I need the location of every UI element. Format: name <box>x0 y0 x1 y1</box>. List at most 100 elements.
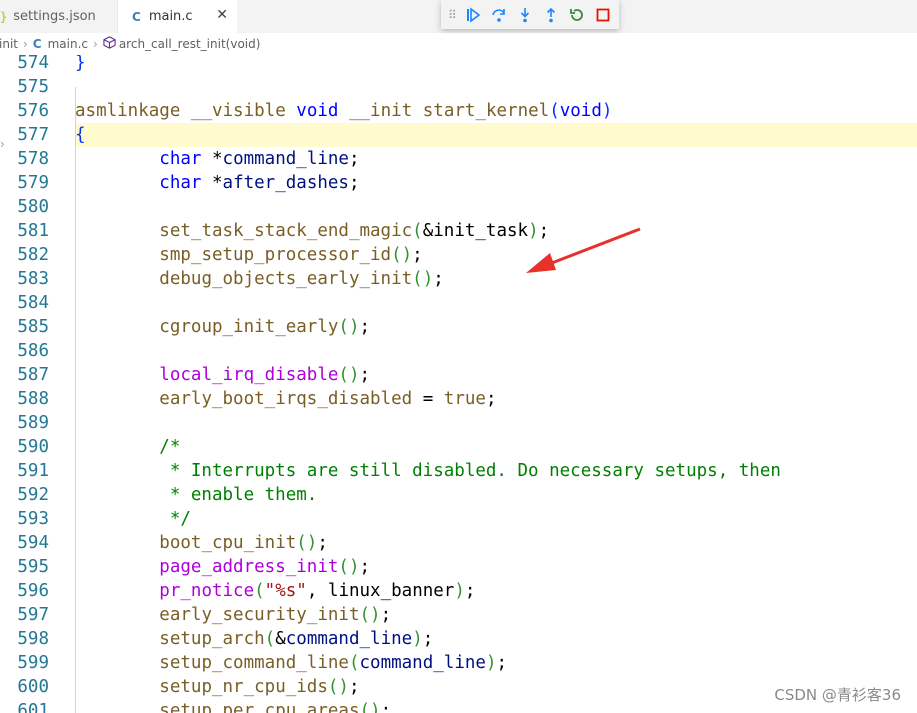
code-token: page_address_init <box>159 557 339 577</box>
line-number: 587 <box>17 365 49 385</box>
tab-label: main.c <box>148 9 193 24</box>
code-line[interactable]: 581 set_task_stack_end_magic(&init_task)… <box>0 219 917 243</box>
code-text: setup_nr_cpu_ids(); <box>75 675 359 699</box>
drag-handle-icon[interactable]: ⠿ <box>448 8 460 22</box>
code-token: ) <box>412 629 423 649</box>
code-token: } <box>75 55 86 73</box>
code-line[interactable]: 574} <box>0 55 917 75</box>
code-line[interactable]: 575 <box>0 75 917 99</box>
breadcrumb-symbol[interactable]: arch_call_rest_init(void) <box>119 37 261 51</box>
line-number: 591 <box>17 461 49 481</box>
code-line[interactable]: 590 /* <box>0 435 917 459</box>
code-text: * enable them. <box>75 483 318 507</box>
line-number: 593 <box>17 509 49 529</box>
code-token: ) <box>601 101 613 121</box>
code-line[interactable]: 576 asmlinkage __visible void __init star… <box>0 99 917 123</box>
code-text: */ <box>75 507 191 531</box>
step-out-icon[interactable] <box>538 4 564 26</box>
code-line[interactable]: 591 * Interrupts are still disabled. Do … <box>0 459 917 483</box>
line-number: 581 <box>17 221 49 241</box>
code-token: __visible <box>190 101 286 121</box>
code-line[interactable]: 585 cgroup_init_early(); <box>0 315 917 339</box>
code-line[interactable]: 595 page_address_init(); <box>0 555 917 579</box>
code-line[interactable]: 579 char *after_dashes; <box>0 171 917 195</box>
code-token: () <box>338 557 360 577</box>
code-text: smp_setup_processor_id(); <box>75 243 422 267</box>
code-token: ; <box>359 557 371 577</box>
continue-icon[interactable] <box>460 4 486 26</box>
code-token: { <box>75 125 86 145</box>
code-token: command_line <box>222 149 349 169</box>
code-token: , <box>306 581 328 601</box>
tab-main-c[interactable]: C main.c ✕ <box>118 0 237 33</box>
code-token: ; <box>538 221 550 241</box>
c-file-icon: C <box>32 37 42 51</box>
code-token: () <box>359 701 381 713</box>
code-line[interactable]: 578 char *command_line; <box>0 147 917 171</box>
code-token: ; <box>359 365 371 385</box>
code-token: ; <box>464 581 476 601</box>
code-token: void <box>559 101 602 121</box>
breadcrumb-folder[interactable]: init <box>0 37 18 51</box>
line-number: 576 <box>17 101 49 121</box>
chevron-right-icon: › <box>22 37 28 51</box>
code-token: "%s" <box>264 581 307 601</box>
code-token: ) <box>454 581 465 601</box>
code-text: setup_arch(&command_line); <box>75 627 433 651</box>
step-over-icon[interactable] <box>486 4 512 26</box>
code-token: /* <box>159 437 181 457</box>
code-editor[interactable]: 574} 575 576 asmlinkage __visible void __in… <box>0 55 917 713</box>
code-token: command_line <box>359 653 486 673</box>
code-line[interactable]: 589 <box>0 411 917 435</box>
breadcrumb-file[interactable]: main.c <box>48 37 88 51</box>
line-number: 580 <box>17 197 49 217</box>
code-text: cgroup_init_early(); <box>75 315 370 339</box>
code-line[interactable]: 577 { <box>0 123 917 147</box>
code-line[interactable]: 598 setup_arch(&command_line); <box>0 627 917 651</box>
code-token: boot_cpu_init <box>159 533 297 553</box>
watermark: CSDN @青衫客36 <box>774 686 901 704</box>
code-line[interactable]: 586 <box>0 339 917 363</box>
code-line[interactable]: 594 boot_cpu_init(); <box>0 531 917 555</box>
code-line[interactable]: 593 */ <box>0 507 917 531</box>
code-token: local_irq_disable <box>159 365 339 385</box>
code-token: ( <box>412 221 423 241</box>
code-token: debug_objects_early_init <box>159 269 413 289</box>
code-line[interactable]: 582 smp_setup_processor_id(); <box>0 243 917 267</box>
code-line[interactable]: 583 debug_objects_early_init(); <box>0 267 917 291</box>
code-token: true <box>443 389 486 409</box>
code-token: command_line <box>285 629 413 649</box>
code-line[interactable]: 596 pr_notice("%s", linux_banner); <box>0 579 917 603</box>
code-token: ( <box>254 581 265 601</box>
restart-icon[interactable] <box>564 4 590 26</box>
code-token: () <box>391 245 413 265</box>
code-line[interactable]: 599 setup_command_line(command_line); <box>0 651 917 675</box>
code-token: () <box>296 533 318 553</box>
code-text: } <box>75 55 86 75</box>
code-line[interactable]: 592 * enable them. <box>0 483 917 507</box>
stop-icon[interactable] <box>590 4 616 26</box>
code-line[interactable]: 588 early_boot_irqs_disabled = true; <box>0 387 917 411</box>
code-token: ) <box>528 221 539 241</box>
step-into-icon[interactable] <box>512 4 538 26</box>
code-token: ; <box>485 389 497 409</box>
code-line[interactable]: 584 <box>0 291 917 315</box>
line-number: 597 <box>17 605 49 625</box>
code-line[interactable]: 580 <box>0 195 917 219</box>
tab-settings-json[interactable]: } settings.json <box>0 0 118 33</box>
close-icon[interactable]: ✕ <box>216 7 228 23</box>
code-line[interactable]: 597 early_security_init(); <box>0 603 917 627</box>
code-token: * <box>201 173 223 193</box>
code-token: () <box>412 269 434 289</box>
code-line[interactable]: 587 local_irq_disable(); <box>0 363 917 387</box>
code-token: & <box>275 629 286 649</box>
line-number: 583 <box>17 269 49 289</box>
